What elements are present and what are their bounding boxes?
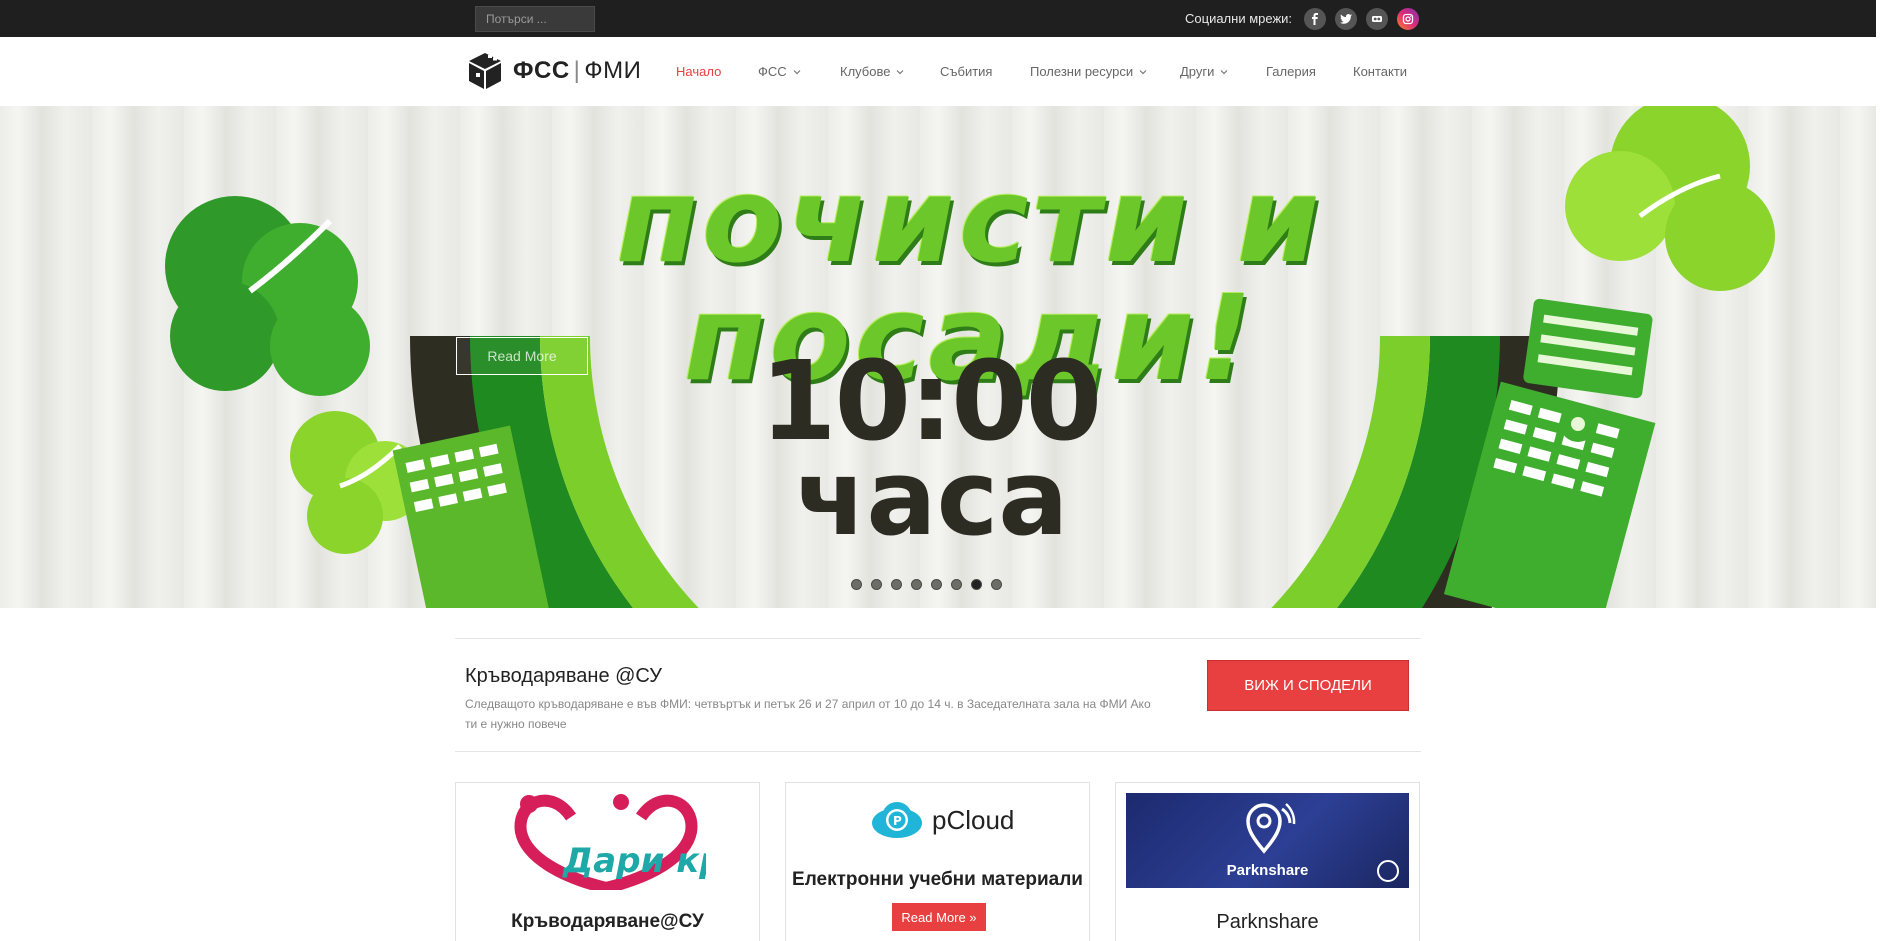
hero-hours: часа	[795, 437, 1069, 559]
chevron-down-icon	[1220, 69, 1228, 74]
slider-dot[interactable]	[991, 579, 1002, 590]
chevron-down-icon	[897, 69, 904, 74]
slider-dots	[851, 579, 1002, 590]
nav-item-other[interactable]: Други	[1180, 64, 1228, 79]
nav-item-clubs[interactable]: Клубове	[840, 64, 904, 79]
cube-logo-icon	[469, 53, 501, 89]
flickr-icon[interactable]	[1366, 8, 1388, 30]
svg-text:P: P	[893, 814, 902, 828]
social-label: Социални мрежи:	[1185, 11, 1293, 26]
pcloud-logo-text: pCloud	[932, 805, 1015, 835]
nav-item-gallery[interactable]: Галерия	[1266, 64, 1316, 79]
nav-item-contacts[interactable]: Контакти	[1353, 64, 1407, 79]
info-strip: Кръводаряване @СУ Следващото кръводарява…	[455, 638, 1421, 752]
instagram-icon[interactable]	[1397, 8, 1419, 30]
svg-text:Дари кръв: Дари кръв	[562, 841, 706, 881]
slider-dot-active[interactable]	[971, 579, 982, 590]
slider-dot[interactable]	[891, 579, 902, 590]
view-and-share-button[interactable]: ВИЖ И СПОДЕЛИ	[1207, 660, 1409, 711]
blood-donation-logo-icon: Дари кръв	[514, 794, 706, 890]
slider-dot[interactable]	[851, 579, 862, 590]
info-title: Кръводаряване @СУ	[465, 665, 662, 687]
slider-dot[interactable]	[951, 579, 962, 590]
slider-dot[interactable]	[871, 579, 882, 590]
info-text: Следващото кръводаряване е във ФМИ: четв…	[465, 697, 1151, 731]
location-pin-icon	[1246, 803, 1296, 854]
facebook-icon[interactable]	[1304, 8, 1326, 30]
top-bar: Социални мрежи:	[0, 0, 1876, 37]
logo-text: ФСС | ФМИ	[513, 57, 642, 84]
nav-item-events[interactable]: Събития	[940, 64, 992, 79]
main-navbar: ФСС | ФМИ Начало ФСС Клубове Събития Полез…	[0, 37, 1876, 107]
card-title: Parknshare	[1216, 911, 1319, 933]
chevron-down-icon	[793, 69, 801, 74]
parknshare-banner: Parknshare	[1126, 793, 1409, 888]
nav-item-resources[interactable]: Полезни ресурси	[1030, 64, 1147, 79]
hero-slider[interactable]: почисти и посади! 10:00 часа Read More	[0, 106, 1876, 608]
slider-dot[interactable]	[911, 579, 922, 590]
read-more-button[interactable]: Read More »	[892, 903, 986, 931]
card-title: Електронни учебни материали	[792, 869, 1083, 890]
parknshare-logo-text: Parknshare	[1226, 862, 1309, 879]
card-blood-donation[interactable]: Дари кръв Кръводаряване@СУ	[455, 782, 760, 941]
search-input[interactable]	[475, 6, 595, 32]
tree-left-icon	[165, 196, 370, 396]
pcloud-logo-icon: P	[872, 802, 922, 838]
nav-item-home[interactable]: Начало	[676, 64, 721, 79]
card-elearning[interactable]: P pCloud Електронни учебни материали Rea…	[785, 782, 1090, 941]
badge-icon	[1377, 860, 1399, 882]
hero-read-more-button[interactable]: Read More	[456, 337, 588, 375]
page: Социални мрежи: ФСС|ФМИ Начало	[0, 0, 1876, 941]
slider-dot[interactable]	[931, 579, 942, 590]
tree-right-icon	[1565, 106, 1775, 291]
card-title: Кръводаряване@СУ	[511, 911, 704, 932]
twitter-icon[interactable]	[1335, 8, 1357, 30]
card-parknshare[interactable]: Parknshare Parknshare	[1115, 782, 1420, 941]
site-logo[interactable]: ФСС | ФМИ	[467, 51, 641, 91]
chevron-down-icon	[1139, 69, 1147, 74]
nav-item-fss[interactable]: ФСС	[758, 64, 801, 79]
